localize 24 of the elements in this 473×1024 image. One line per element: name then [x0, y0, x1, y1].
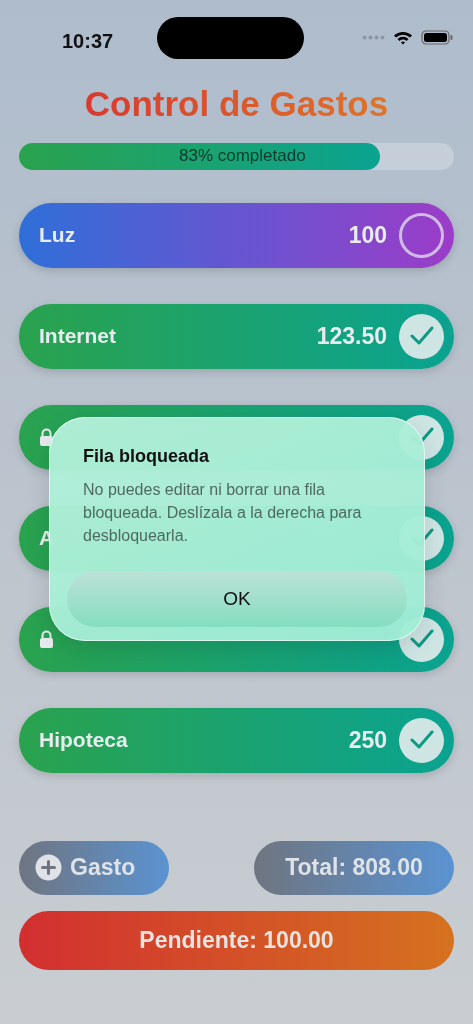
- status-time: 10:37: [62, 29, 114, 54]
- expense-amount: 100: [348, 220, 387, 250]
- checkmark-icon[interactable]: [399, 717, 444, 763]
- plus-icon: [35, 854, 62, 881]
- signal-icon: [362, 35, 385, 40]
- ok-button[interactable]: OK: [67, 571, 407, 627]
- add-expense-button[interactable]: Gasto: [19, 840, 169, 895]
- expense-name: Hipoteca: [39, 727, 128, 754]
- alert-message: No puedes editar ni borrar una fila bloqueada. Deslízala a la derecha para desbloquearla.: [82, 480, 363, 546]
- expense-amount: 250: [348, 725, 387, 755]
- expense-row[interactable]: Internet 123.50: [19, 303, 454, 369]
- pending-button[interactable]: Pendiente: 100.00: [19, 910, 454, 970]
- expense-amount: 123.50: [316, 321, 387, 351]
- empty-circle-icon[interactable]: [399, 212, 444, 258]
- total-button[interactable]: Total: 808.00: [254, 840, 454, 895]
- alert-title: Fila bloqueada: [82, 445, 211, 468]
- expense-row[interactable]: Hipoteca 250: [19, 707, 454, 773]
- progress-label: 83% completado: [179, 145, 306, 168]
- wifi-icon: [393, 30, 413, 45]
- expense-row[interactable]: Luz 100: [19, 202, 454, 268]
- expense-name: Internet: [39, 323, 116, 350]
- expense-name: Luz: [39, 222, 76, 249]
- checkmark-icon[interactable]: [399, 313, 444, 359]
- battery-icon: [421, 30, 453, 45]
